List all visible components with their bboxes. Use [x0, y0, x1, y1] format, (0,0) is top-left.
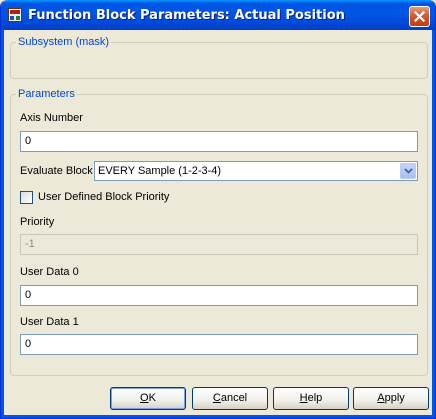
apply-mnemonic: A [377, 392, 385, 404]
ok-label-rest: K [148, 392, 156, 404]
help-label-rest: elp [307, 392, 323, 404]
window-border-right [432, 30, 435, 418]
user-data-1-label: User Data 1 [20, 316, 79, 328]
help-button[interactable]: Help [273, 387, 349, 410]
evaluate-block-selected-value: EVERY Sample (1-2-3-4) [98, 165, 222, 177]
ok-mnemonic: O [140, 392, 149, 404]
priority-field: -1 [20, 234, 418, 255]
evaluate-block-label: Evaluate Block [20, 165, 93, 177]
apply-button[interactable]: Apply [353, 387, 429, 410]
close-button[interactable] [409, 6, 430, 27]
user-defined-priority-label: User Defined Block Priority [38, 191, 170, 203]
axis-number-field[interactable]: 0 [20, 131, 418, 152]
title-bar[interactable]: Function Block Parameters: Actual Positi… [1, 0, 435, 30]
ok-button[interactable]: OK [110, 387, 186, 410]
dropdown-button[interactable] [400, 163, 416, 179]
parameters-legend: Parameters [16, 88, 77, 100]
simulink-block-icon [8, 8, 22, 22]
chevron-down-icon [404, 168, 413, 174]
window-title: Function Block Parameters: Actual Positi… [28, 8, 345, 23]
subsystem-mask-legend: Subsystem (mask) [16, 36, 112, 48]
window-border-bottom [1, 415, 435, 418]
help-mnemonic: H [299, 392, 308, 404]
dialog-window: Function Block Parameters: Actual Positi… [0, 0, 436, 419]
cancel-button[interactable]: Cancel [192, 387, 268, 410]
user-data-0-label: User Data 0 [20, 266, 79, 278]
evaluate-block-select[interactable]: EVERY Sample (1-2-3-4) [94, 161, 418, 181]
apply-label-rest: pply [384, 392, 405, 404]
user-defined-priority-checkbox[interactable] [20, 191, 33, 204]
close-icon [414, 11, 425, 22]
window-border-left [1, 30, 4, 418]
priority-label: Priority [20, 216, 55, 228]
cancel-label-rest: ancel [220, 392, 248, 404]
cancel-mnemonic: C [212, 392, 221, 404]
user-data-1-field[interactable]: 0 [20, 334, 418, 355]
user-data-0-field[interactable]: 0 [20, 285, 418, 306]
axis-number-label: Axis Number [20, 112, 83, 124]
